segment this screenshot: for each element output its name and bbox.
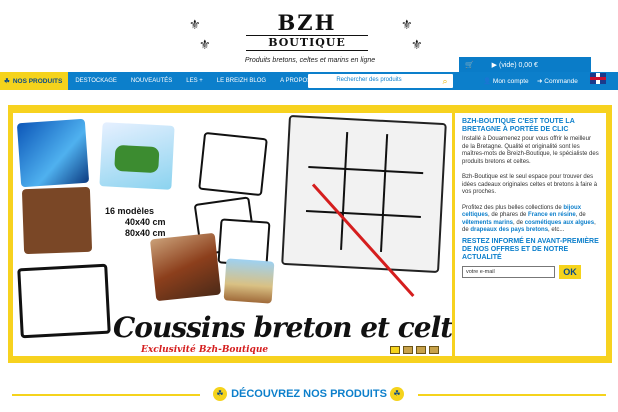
email-field[interactable]: votre e-mail <box>462 265 555 278</box>
models-line: 40x40 cm <box>125 217 166 227</box>
text: , de <box>575 212 586 218</box>
cushion-image <box>17 263 111 339</box>
divider <box>12 394 200 396</box>
triskell-icon: ☘ <box>213 387 227 401</box>
cushion-image <box>198 131 268 197</box>
ermine-icon: ⚜ <box>411 37 423 52</box>
ermine-icon: ⚜ <box>199 37 211 52</box>
discover-label: DÉCOUVREZ NOS PRODUITS <box>231 388 387 400</box>
nav-item-destockage[interactable]: DESTOCKAGE <box>68 78 124 84</box>
cushion-image <box>16 118 90 188</box>
nav-item-breizh-blog[interactable]: LE BREIZH BLOG <box>210 78 273 84</box>
cushion-image <box>223 258 275 304</box>
link-phares-resine[interactable]: France en résine <box>528 212 576 218</box>
cushion-image <box>149 232 222 302</box>
text: , etc... <box>548 227 565 233</box>
logo-sub: BOUTIQUE <box>246 35 368 51</box>
sidebar-paragraph: Profitez des plus belles collections de … <box>462 205 599 235</box>
arrow-circle-icon: ➜ <box>537 78 543 85</box>
sidebar-title: BZH-BOUTIQUE C'EST TOUTE LA BRETAGNE À P… <box>462 118 575 133</box>
slider-dot[interactable] <box>429 346 439 354</box>
promo-banner[interactable]: 16 modèles 40x40 cm 80x40 cm Coussins br… <box>13 113 452 356</box>
slider-dot[interactable] <box>390 346 400 354</box>
newsletter-title: RESTEZ INFORMÉ EN AVANT-PREMIÈRE DE NOS … <box>462 237 599 261</box>
cart-arrow-icon: ▶ <box>491 62 498 69</box>
newsletter-form: votre e-mail OK <box>462 264 599 279</box>
text: Profitez des plus belles collections de <box>462 204 564 211</box>
nav-item-label: NOS PRODUITS <box>12 77 63 85</box>
sidebar-paragraph: Bzh-Boutique est le seul espace pour tro… <box>462 174 598 195</box>
order-link[interactable]: ➜ Commande <box>537 77 578 85</box>
search-placeholder: Rechercher des produits <box>336 77 402 83</box>
discover-heading: ☘ DÉCOUVREZ NOS PRODUITS ☘ <box>0 384 618 404</box>
site-tagline: Produits bretons, celtes et marins en li… <box>244 57 376 64</box>
slider-dot[interactable] <box>403 346 413 354</box>
text: , de <box>513 219 525 226</box>
account-link[interactable]: 👤 Mon compte <box>483 77 529 85</box>
models-line: 80x40 cm <box>125 228 166 238</box>
cushion-image <box>281 114 447 274</box>
site-logo[interactable]: BZH BOUTIQUE <box>232 12 382 51</box>
cart-label: (vide) 0,00 € <box>499 62 538 69</box>
about-sidebar: BZH-BOUTIQUE C'EST TOUTE LA BRETAGNE À P… <box>455 113 606 356</box>
logo-main: BZH <box>277 10 337 35</box>
user-icon: 👤 <box>483 78 492 85</box>
slider-dots <box>390 346 439 354</box>
divider <box>418 394 606 396</box>
search-input[interactable]: Rechercher des produits ⌕ <box>308 74 453 88</box>
uk-flag-icon[interactable] <box>590 73 606 84</box>
models-line: 16 modèles <box>105 206 155 216</box>
order-label: Commande <box>544 78 578 85</box>
text: , de phares de <box>488 212 529 218</box>
sidebar-paragraph: Installé à Douarnenez pour vous offrir l… <box>462 136 599 165</box>
newsletter-ok-button[interactable]: OK <box>559 264 581 279</box>
slider-dot[interactable] <box>416 346 426 354</box>
banner-subtitle: Exclusivité Bzh-Boutique <box>141 345 269 355</box>
link-cosmetiques-algues[interactable]: cosmétiques aux algues <box>525 220 594 226</box>
nav-item-les-plus[interactable]: LES + <box>179 78 210 84</box>
triskell-icon: ☘ <box>4 78 10 85</box>
nav-item-nos-produits[interactable]: ☘ NOS PRODUITS <box>0 72 69 90</box>
ermine-icon: ⚜ <box>401 17 413 32</box>
search-icon[interactable]: ⌕ <box>439 75 451 87</box>
link-drapeaux[interactable]: drapeaux des pays bretons <box>470 227 548 233</box>
triskell-icon: ☘ <box>390 387 404 401</box>
banner-title: Coussins breton et celtes <box>113 311 452 344</box>
link-vetements-marins[interactable]: vêtements marins <box>462 220 513 226</box>
nav-item-nouveautes[interactable]: NOUVEAUTÉS <box>124 78 179 84</box>
cart-icon: 🛒 <box>465 62 474 69</box>
cushion-image <box>21 186 93 255</box>
ermine-icon: ⚜ <box>189 17 201 32</box>
cushion-image <box>99 122 175 190</box>
account-label: Mon compte <box>492 78 529 85</box>
models-info: 16 modèles 40x40 cm 80x40 cm <box>105 206 166 239</box>
